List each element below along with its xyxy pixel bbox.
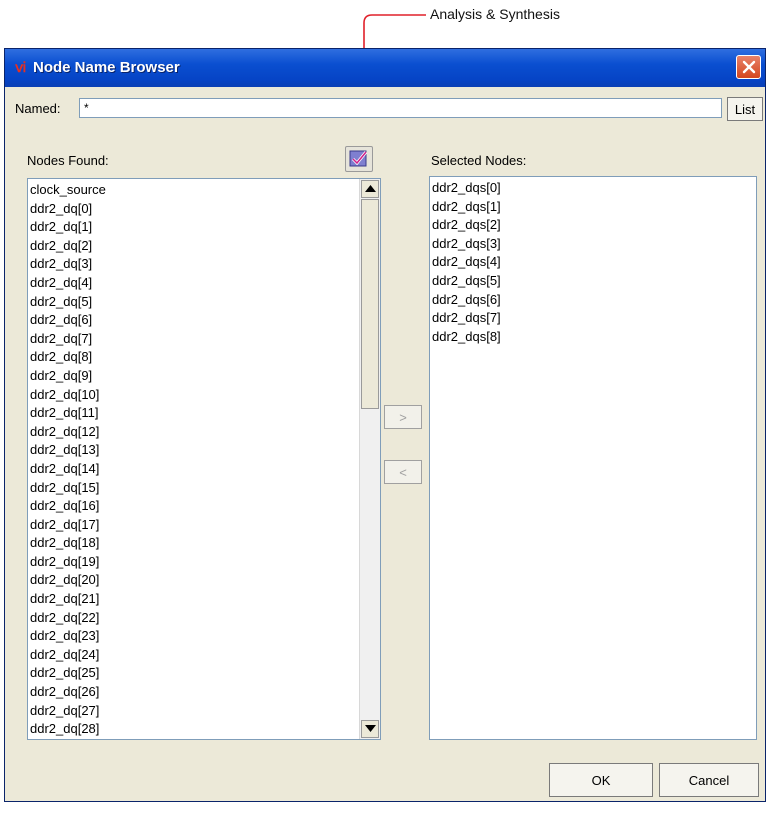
list-item[interactable]: ddr2_dq[16]	[30, 497, 380, 516]
quartus-icon: ⅵ	[15, 59, 27, 75]
list-item[interactable]: ddr2_dq[22]	[30, 609, 380, 628]
list-item[interactable]: ddr2_dqs[1]	[432, 198, 756, 217]
named-filter-input[interactable]	[79, 98, 722, 118]
list-item[interactable]: ddr2_dq[21]	[30, 590, 380, 609]
list-item[interactable]: ddr2_dq[25]	[30, 664, 380, 683]
list-item[interactable]: ddr2_dq[17]	[30, 516, 380, 535]
list-item[interactable]: ddr2_dq[27]	[30, 702, 380, 721]
list-item[interactable]: ddr2_dq[10]	[30, 386, 380, 405]
list-item[interactable]: ddr2_dqs[0]	[432, 179, 756, 198]
list-item[interactable]: ddr2_dq[28]	[30, 720, 380, 739]
list-item[interactable]: ddr2_dq[14]	[30, 460, 380, 479]
callout-label: Analysis & Synthesis	[430, 6, 560, 22]
selected-nodes-list[interactable]: ddr2_dqs[0] ddr2_dqs[1] ddr2_dqs[2] ddr2_dq…	[429, 176, 757, 740]
nodes-scrollbar[interactable]	[359, 179, 380, 739]
list-item[interactable]: ddr2_dqs[6]	[432, 291, 756, 310]
list-item[interactable]: ddr2_dqs[8]	[432, 328, 756, 347]
list-item[interactable]: ddr2_dq[18]	[30, 534, 380, 553]
remove-from-selected-button[interactable]: <	[384, 460, 422, 484]
list-item[interactable]: ddr2_dq[20]	[30, 571, 380, 590]
list-item[interactable]: ddr2_dq[26]	[30, 683, 380, 702]
list-button[interactable]: List	[727, 97, 763, 121]
analysis-synthesis-button[interactable]	[345, 146, 373, 172]
list-item[interactable]: ddr2_dqs[7]	[432, 309, 756, 328]
list-item[interactable]: ddr2_dq[1]	[30, 218, 380, 237]
close-icon	[742, 60, 756, 74]
selected-nodes-label: Selected Nodes:	[431, 153, 527, 168]
named-label: Named:	[15, 101, 61, 116]
cancel-button[interactable]: Cancel	[659, 763, 759, 797]
list-item[interactable]: ddr2_dqs[4]	[432, 253, 756, 272]
up-arrow-icon	[365, 185, 376, 192]
list-item[interactable]: ddr2_dq[3]	[30, 255, 380, 274]
close-button[interactable]	[736, 55, 761, 79]
list-item[interactable]: clock_source	[30, 181, 380, 200]
list-item[interactable]: ddr2_dqs[3]	[432, 235, 756, 254]
add-to-selected-button[interactable]: >	[384, 405, 422, 429]
list-item[interactable]: ddr2_dq[8]	[30, 348, 380, 367]
list-item[interactable]: ddr2_dq[15]	[30, 479, 380, 498]
nodes-found-label: Nodes Found:	[27, 153, 109, 168]
list-item[interactable]: ddr2_dq[24]	[30, 646, 380, 665]
analysis-synthesis-icon	[349, 150, 368, 167]
list-item[interactable]: ddr2_dqs[5]	[432, 272, 756, 291]
down-arrow-icon	[365, 725, 376, 732]
list-item[interactable]: ddr2_dq[19]	[30, 553, 380, 572]
node-name-browser-dialog: ⅵ Node Name Browser Named: List Nodes Fo…	[4, 48, 766, 802]
list-item[interactable]: ddr2_dq[11]	[30, 404, 380, 423]
list-item[interactable]: ddr2_dq[12]	[30, 423, 380, 442]
list-item[interactable]: ddr2_dq[5]	[30, 293, 380, 312]
list-item[interactable]: ddr2_dq[13]	[30, 441, 380, 460]
title-bar[interactable]: ⅵ Node Name Browser	[5, 49, 765, 87]
list-item[interactable]: ddr2_dqs[2]	[432, 216, 756, 235]
nodes-found-list[interactable]: clock_source ddr2_dq[0] ddr2_dq[1] ddr2_dq[…	[27, 178, 381, 740]
list-item[interactable]: ddr2_dq[9]	[30, 367, 380, 386]
scroll-thumb[interactable]	[361, 199, 379, 409]
list-item[interactable]: ddr2_dq[23]	[30, 627, 380, 646]
list-item[interactable]: ddr2_dq[7]	[30, 330, 380, 349]
ok-button[interactable]: OK	[549, 763, 653, 797]
list-item[interactable]: ddr2_dq[2]	[30, 237, 380, 256]
scroll-down-button[interactable]	[361, 720, 379, 738]
list-item[interactable]: ddr2_dq[6]	[30, 311, 380, 330]
scroll-up-button[interactable]	[361, 180, 379, 198]
list-item[interactable]: ddr2_dq[4]	[30, 274, 380, 293]
list-item[interactable]: ddr2_dq[0]	[30, 200, 380, 219]
window-title: Node Name Browser	[33, 59, 180, 76]
